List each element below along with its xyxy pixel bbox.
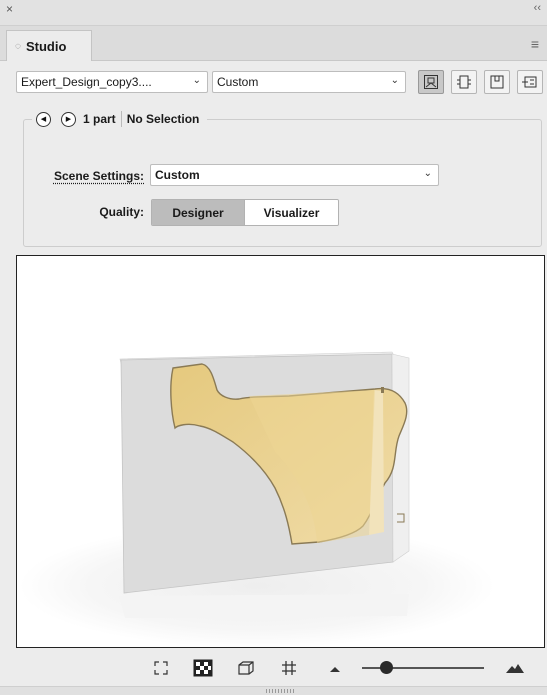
close-icon[interactable]: ×: [6, 2, 13, 16]
front-view-icon: [457, 75, 471, 89]
floor-reflection: [119, 594, 409, 618]
chevron-down-icon: ⌄: [390, 75, 399, 86]
3d-viewport[interactable]: [16, 255, 545, 648]
grid-icon: [282, 661, 296, 675]
zoom-out-button[interactable]: [326, 659, 344, 677]
cube-icon: [238, 661, 254, 675]
preset-select-value: Custom: [217, 75, 259, 89]
tab-handle-icon: ◌: [15, 40, 21, 52]
chevron-down-icon: ⌄: [423, 168, 432, 179]
checkerboard-icon: [193, 659, 213, 677]
background-toggle-button[interactable]: [193, 659, 213, 677]
preset-select[interactable]: Custom ⌄: [212, 71, 406, 93]
quality-option-visualizer[interactable]: Visualizer: [244, 200, 338, 225]
fit-view-icon: [154, 661, 168, 675]
zoom-in-mountain-icon: [506, 664, 524, 673]
box-render: [19, 351, 495, 648]
panel-menu-icon[interactable]: ≡: [531, 36, 539, 52]
tab-bar: ◌ Studio ≡: [0, 26, 547, 61]
quality-option-designer[interactable]: Designer: [152, 200, 244, 225]
part-navigation: ◀ ▶ 1 part No Selection: [32, 108, 208, 130]
side-view-icon: [522, 76, 537, 88]
zoom-in-button[interactable]: [505, 659, 525, 677]
scene-view-button[interactable]: [418, 70, 444, 94]
file-select[interactable]: Expert_Design_copy3.... ⌄: [16, 71, 208, 93]
chevron-down-icon: ⌄: [192, 75, 201, 86]
viewport-toolbar: [0, 649, 547, 686]
grip-texture: [266, 689, 294, 693]
nav-divider: [120, 111, 122, 127]
side-view-button[interactable]: [517, 70, 543, 94]
next-part-icon[interactable]: ▶: [61, 111, 76, 127]
zoom-slider-thumb[interactable]: [380, 661, 394, 674]
grid-toggle-button[interactable]: [280, 659, 298, 677]
part-count: 1 part: [83, 112, 116, 126]
collapse-icon[interactable]: ‹‹: [534, 2, 541, 14]
fit-view-button[interactable]: [152, 659, 170, 677]
scene-settings-label: Scene Settings:: [53, 169, 144, 183]
top-view-button[interactable]: [484, 70, 510, 94]
quality-segmented-control[interactable]: Designer Visualizer: [151, 199, 339, 226]
quality-label: Quality:: [99, 205, 144, 219]
tab-studio[interactable]: ◌ Studio: [6, 30, 92, 61]
front-view-button[interactable]: [451, 70, 477, 94]
scene-settings-select[interactable]: Custom ⌄: [150, 164, 439, 186]
shape-view-button[interactable]: [237, 659, 255, 677]
zoom-slider[interactable]: [362, 660, 488, 676]
scene-settings-value: Custom: [155, 168, 200, 182]
panel-resize-grip[interactable]: [0, 686, 547, 695]
zoom-out-mountain-icon: [330, 667, 340, 672]
selection-status: No Selection: [126, 112, 200, 126]
panel-titlebar: × ‹‹: [0, 0, 547, 26]
top-view-icon: [490, 75, 504, 89]
tab-label: Studio: [25, 38, 67, 54]
previous-part-icon[interactable]: ◀: [36, 111, 51, 127]
scene-view-icon: [424, 75, 438, 89]
file-select-value: Expert_Design_copy3....: [21, 75, 152, 89]
tab-notch: [381, 387, 384, 393]
